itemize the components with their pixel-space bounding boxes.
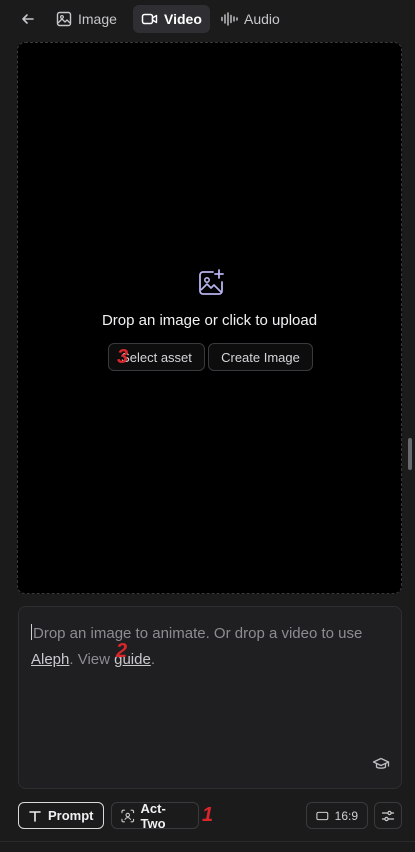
prompt-placeholder: Drop an image to animate. Or drop a vide… [31,621,391,673]
prompt-input[interactable]: Drop an image to animate. Or drop a vide… [18,606,402,789]
prompt-mode-button[interactable]: Prompt [18,802,104,829]
image-icon [56,11,72,27]
aspect-ratio-button[interactable]: 16:9 [306,802,368,829]
annotation-1: 1 [202,804,214,826]
graduation-cap-icon[interactable] [372,755,390,773]
video-icon [141,13,158,25]
annotation-2: 2 [116,640,128,662]
text-caret [31,624,32,640]
add-image-icon [199,269,224,295]
act-two-label: Act-Two [140,800,166,831]
back-button[interactable] [16,7,40,31]
bottom-divider [0,841,415,842]
create-image-button[interactable]: Create Image [208,343,313,371]
tab-image-label: Image [78,11,117,27]
aspect-ratio-value: 16:9 [334,808,358,823]
text-icon [29,810,41,822]
upload-title: Drop an image or click to upload [101,312,318,329]
tab-audio[interactable]: Audio [212,5,288,33]
placeholder-mid-text: . View [69,651,115,668]
annotation-3: 3 [117,346,129,368]
tab-audio-label: Audio [244,11,280,27]
aleph-link[interactable]: Aleph [31,651,69,668]
sliders-icon [381,810,395,821]
settings-button[interactable] [374,802,402,829]
placeholder-tail-text: . [150,651,155,668]
aspect-ratio-icon [316,811,329,820]
tab-video[interactable]: Video [133,5,210,33]
act-two-button[interactable]: Act-Two [111,800,199,831]
prompt-mode-label: Prompt [48,808,94,823]
arrow-left-icon [22,14,34,24]
scrollbar-handle[interactable] [408,438,412,470]
face-scan-icon [121,809,135,822]
tab-video-label: Video [164,11,202,27]
top-tab-bar: Image Video Audio [0,0,415,38]
tab-image[interactable]: Image [48,5,125,33]
placeholder-lead-text: Drop an image to animate. Or drop a vide… [33,625,363,642]
upload-dropzone[interactable]: Drop an image or click to upload Select … [17,42,402,594]
audio-wave-icon [221,12,238,26]
